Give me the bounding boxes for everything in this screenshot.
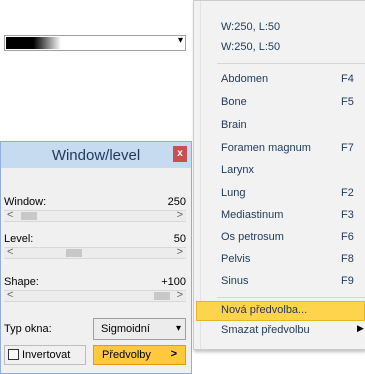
menu-icon-strip <box>200 1 201 349</box>
menu-item-shortcut: F8 <box>341 253 354 265</box>
menu-item-shortcut: F2 <box>341 187 354 199</box>
lut-select[interactable]: ▾ <box>4 35 186 51</box>
menu-separator <box>217 63 365 64</box>
menu-item-label: Foramen magnum <box>221 142 311 154</box>
menu-item-preset[interactable]: Pelvis F8 <box>221 251 365 269</box>
menu-item-shortcut: F7 <box>341 142 354 154</box>
menu-item-label: Nová předvolba... <box>221 304 308 316</box>
slider-thumb[interactable] <box>154 292 170 300</box>
menu-item-label: Abdomen <box>221 73 269 85</box>
menu-item-label: Smazat předvolbu <box>221 324 310 336</box>
menu-item-label: Sinus <box>221 275 249 287</box>
invert-checkbox[interactable] <box>8 349 19 360</box>
menu-item-shortcut: F9 <box>341 275 354 287</box>
menu-item-shortcut: F4 <box>341 73 354 85</box>
menu-item-preset[interactable]: Os petrosum F6 <box>221 229 365 247</box>
shape-label: Shape: <box>4 276 39 288</box>
menu-item-label: Bone <box>221 96 247 108</box>
invert-label: Invertovat <box>22 349 71 361</box>
slider-right-arrow[interactable]: > <box>177 209 183 221</box>
menu-item-preset[interactable]: Brain <box>221 117 365 135</box>
menu-item-preset[interactable]: Lung F2 <box>221 185 365 203</box>
slider-left-arrow[interactable]: < <box>7 289 13 301</box>
menu-item-preset[interactable]: Sinus F9 <box>221 273 365 291</box>
menu-item-preset[interactable]: Mediastinum F3 <box>221 207 365 225</box>
menu-item-label: Pelvis <box>221 253 251 265</box>
menu-item-preset[interactable]: Larynx <box>221 162 365 180</box>
window-type-value: Sigmoidní <box>101 323 150 335</box>
slider-left-arrow[interactable]: < <box>7 209 13 221</box>
presets-label: Předvolby <box>102 349 151 361</box>
level-label: Level: <box>4 233 34 245</box>
slider-thumb[interactable] <box>21 212 37 220</box>
menu-item-label: Brain <box>221 119 247 131</box>
menu-separator <box>217 297 365 298</box>
level-slider[interactable]: < > <box>4 246 186 259</box>
menu-item-label: W:250, L:50 <box>221 21 281 33</box>
chevron-right-icon: > <box>170 348 177 360</box>
shape-value: +100 <box>161 276 186 288</box>
chevron-down-icon[interactable]: ▾ <box>176 323 181 334</box>
menu-item-recent[interactable]: W:250, L:50 <box>221 19 365 37</box>
menu-item-preset[interactable]: Abdomen F4 <box>221 71 365 89</box>
level-value: 50 <box>173 233 186 245</box>
submenu-arrow-icon: ▶ <box>357 323 364 333</box>
menu-item-label: Mediastinum <box>221 209 284 221</box>
presets-button[interactable]: Předvolby > <box>93 345 186 365</box>
menu-item-label: Lung <box>221 187 246 199</box>
menu-item-preset[interactable]: Bone F5 <box>221 94 365 112</box>
menu-item-recent[interactable]: W:250, L:50 <box>221 39 365 57</box>
menu-item-label: Larynx <box>221 164 255 176</box>
window-label: Window: <box>4 196 47 208</box>
chevron-down-icon[interactable]: ▾ <box>178 35 183 46</box>
slider-right-arrow[interactable]: > <box>177 246 183 258</box>
presets-menu: W:250, L:50 W:250, L:50 Abdomen F4 Bone … <box>193 0 365 350</box>
menu-item-delete-preset[interactable]: Smazat předvolbu <box>221 322 365 340</box>
window-value: 250 <box>167 196 186 208</box>
shape-slider[interactable]: < > <box>4 289 186 302</box>
lut-gradient-preview <box>6 37 61 49</box>
slider-thumb[interactable] <box>66 249 82 257</box>
close-button[interactable]: x <box>173 146 187 162</box>
menu-item-label: W:250, L:50 <box>221 41 281 53</box>
window-slider[interactable]: < > <box>4 209 186 222</box>
menu-item-label: Os petrosum <box>221 231 284 243</box>
menu-item-shortcut: F6 <box>341 231 354 243</box>
menu-item-new-preset[interactable]: Nová předvolba... <box>221 302 365 320</box>
menu-item-preset[interactable]: Foramen magnum F7 <box>221 140 365 158</box>
window-type-select[interactable]: Sigmoidní ▾ <box>93 318 186 340</box>
window-type-label: Typ okna: <box>4 323 52 335</box>
panel-title: Window/level <box>51 147 141 164</box>
invert-toggle[interactable]: Invertovat <box>4 345 86 365</box>
panel-titlebar[interactable]: Window/level x <box>1 142 191 168</box>
menu-item-shortcut: F5 <box>341 96 354 108</box>
menu-item-shortcut: F3 <box>341 209 354 221</box>
slider-left-arrow[interactable]: < <box>7 246 13 258</box>
slider-right-arrow[interactable]: > <box>177 289 183 301</box>
